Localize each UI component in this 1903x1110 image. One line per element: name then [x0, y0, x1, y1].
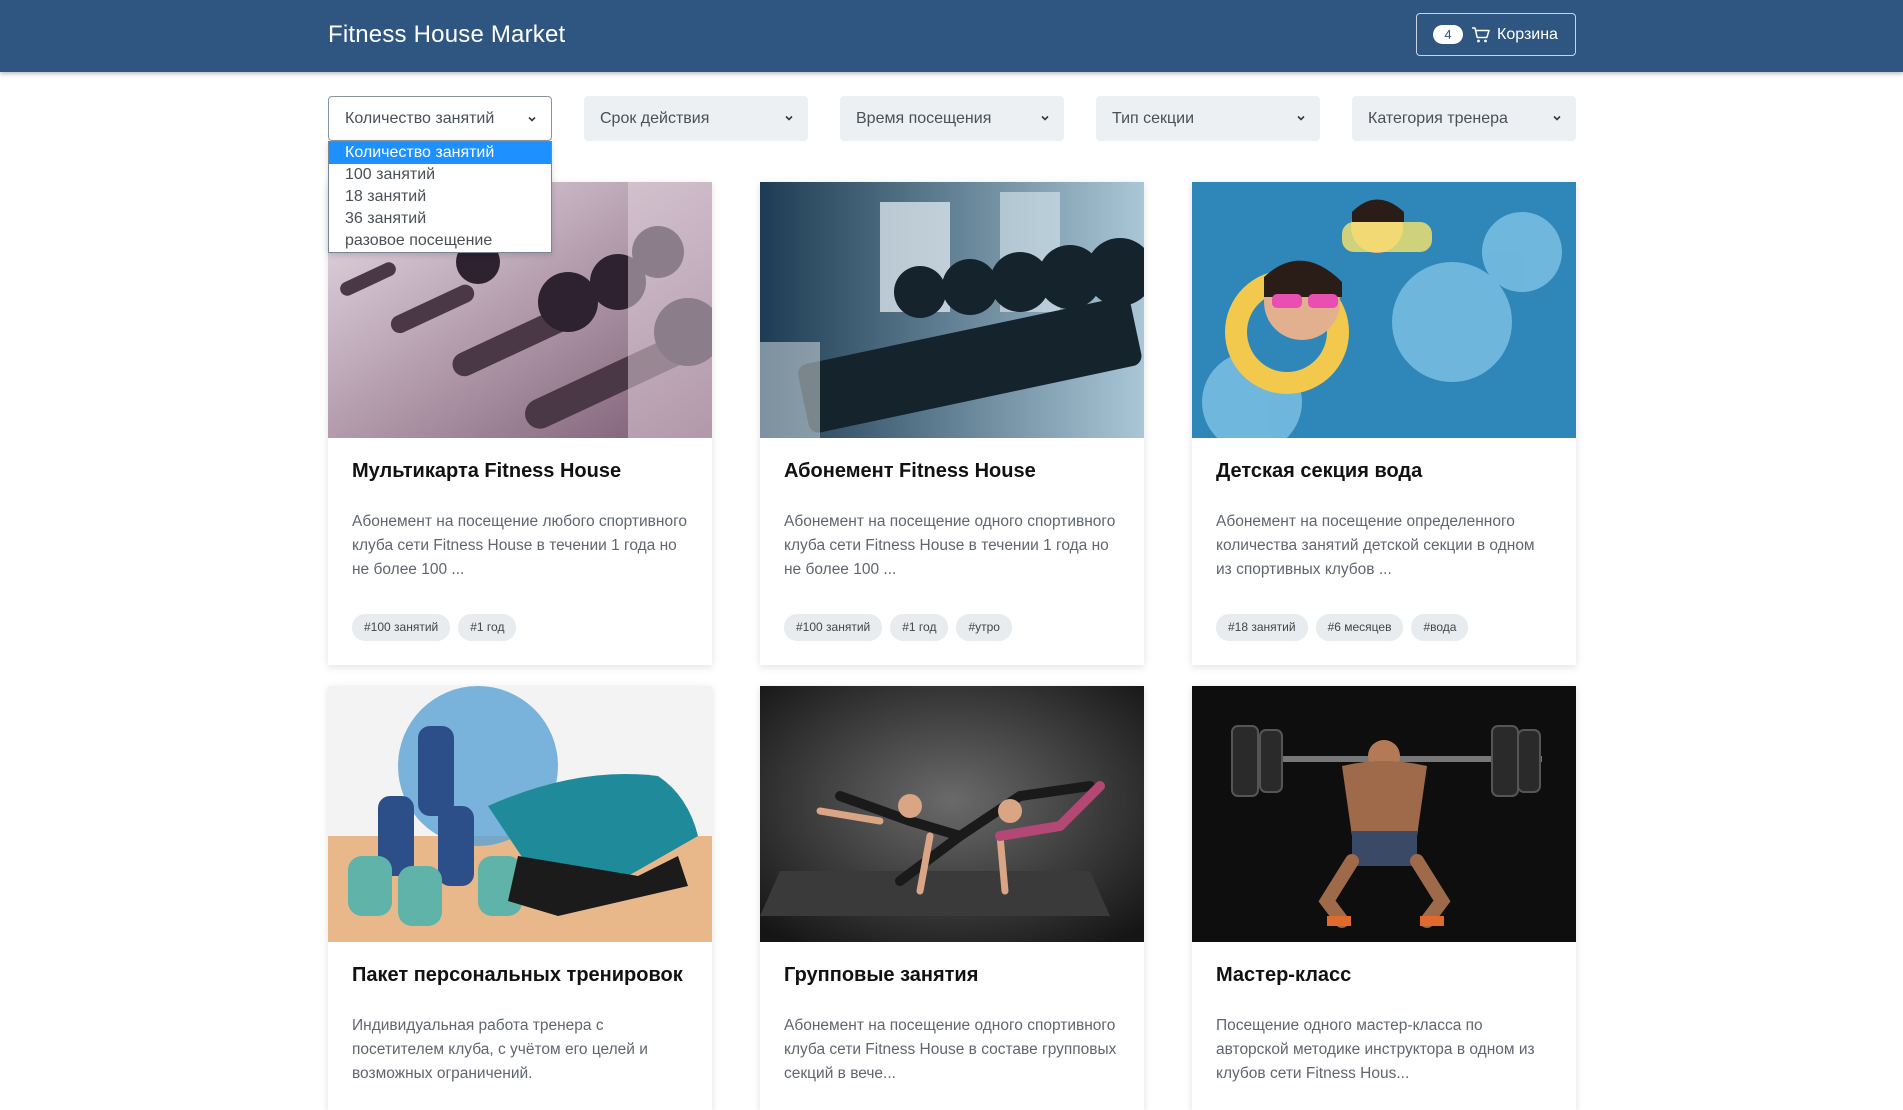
chevron-down-icon — [528, 116, 536, 122]
product-image — [328, 686, 712, 942]
product-title[interactable]: Групповые занятия — [784, 964, 1120, 990]
product-description: Абонемент на посещение одного спортивног… — [784, 513, 1116, 578]
chevron-down-icon — [1041, 115, 1049, 121]
product-title[interactable]: Детская секция вода — [1216, 460, 1552, 486]
dropdown-option[interactable]: разовое посещение — [329, 230, 551, 252]
tag-badge[interactable]: #100 занятий — [784, 614, 883, 641]
shopping-cart-icon — [1472, 26, 1490, 42]
filter-visit-time-select[interactable]: Время посещения — [840, 96, 1064, 141]
product-tags: #100 занятий #1 год — [352, 614, 688, 641]
dropdown-option[interactable]: 18 занятий — [329, 186, 551, 208]
filter-label: Время посещения — [856, 109, 992, 127]
product-title[interactable]: Пакет персональных тренировок — [352, 964, 688, 990]
product-title[interactable]: Мультикарта Fitness House — [352, 460, 688, 486]
product-image — [1192, 182, 1576, 438]
filter-label: Тип секции — [1112, 109, 1195, 127]
dropdown-option[interactable]: 100 занятий — [329, 164, 551, 186]
filter-sessions-count-select[interactable]: Количество занятий — [328, 96, 552, 141]
product-card[interactable]: Мастер-класс Посещение одного мастер-кла… — [1192, 686, 1576, 1110]
product-title[interactable]: Мастер-класс — [1216, 964, 1552, 990]
product-tags: #18 занятий #6 месяцев #вода — [1216, 614, 1552, 641]
cart-count-badge: 4 — [1433, 25, 1463, 44]
product-image — [760, 182, 1144, 438]
filter-trainer-category-select[interactable]: Категория тренера — [1352, 96, 1576, 141]
product-card[interactable]: Групповые занятия Абонемент на посещение… — [760, 686, 1144, 1110]
tag-badge[interactable]: #вода — [1411, 614, 1469, 641]
product-description: Абонемент на посещение одного спортивног… — [784, 1017, 1117, 1082]
filter-validity-select[interactable]: Срок действия — [584, 96, 808, 141]
product-card[interactable]: Детская секция вода Абонемент на посещен… — [1192, 182, 1576, 665]
product-title[interactable]: Абонемент Fitness House — [784, 460, 1120, 486]
product-description: Абонемент на посещение любого спортивног… — [352, 513, 688, 578]
sessions-count-dropdown-list: Количество занятий 100 занятий 18 заняти… — [328, 141, 552, 253]
product-description: Индивидуальная работа тренера с посетите… — [352, 1017, 648, 1082]
filter-label: Категория тренера — [1368, 109, 1508, 127]
product-description: Абонемент на посещение определенного кол… — [1216, 513, 1535, 578]
top-navbar: Fitness House Market 4 Корзина — [0, 0, 1903, 72]
brand-logo-text[interactable]: Fitness House Market — [328, 21, 565, 49]
cart-button[interactable]: 4 Корзина — [1416, 13, 1576, 56]
dropdown-option[interactable]: Количество занятий — [329, 142, 551, 164]
chevron-down-icon — [1553, 115, 1561, 121]
tag-badge[interactable]: #100 занятий — [352, 614, 451, 641]
dropdown-option[interactable]: 36 занятий — [329, 208, 551, 230]
filter-section-type-select[interactable]: Тип секции — [1096, 96, 1320, 141]
tag-badge[interactable]: #1 год — [890, 614, 949, 641]
product-image — [760, 686, 1144, 942]
chevron-down-icon — [785, 115, 793, 121]
filter-label: Срок действия — [600, 109, 710, 127]
filter-label: Количество занятий — [345, 109, 495, 127]
tag-badge[interactable]: #6 месяцев — [1315, 614, 1404, 641]
product-card[interactable]: Абонемент Fitness House Абонемент на пос… — [760, 182, 1144, 665]
cart-label: Корзина — [1497, 25, 1558, 43]
tag-badge[interactable]: #утро — [956, 614, 1012, 641]
tag-badge[interactable]: #1 год — [458, 614, 517, 641]
product-card[interactable]: Пакет персональных тренировок Индивидуал… — [328, 686, 712, 1110]
product-image — [1192, 686, 1576, 942]
product-description: Посещение одного мастер-класса по авторс… — [1216, 1017, 1535, 1082]
tag-badge[interactable]: #18 занятий — [1216, 614, 1308, 641]
chevron-down-icon — [1297, 115, 1305, 121]
product-tags: #100 занятий #1 год #утро — [784, 614, 1120, 641]
product-card[interactable]: Мультикарта Fitness House Абонемент на п… — [328, 182, 712, 665]
